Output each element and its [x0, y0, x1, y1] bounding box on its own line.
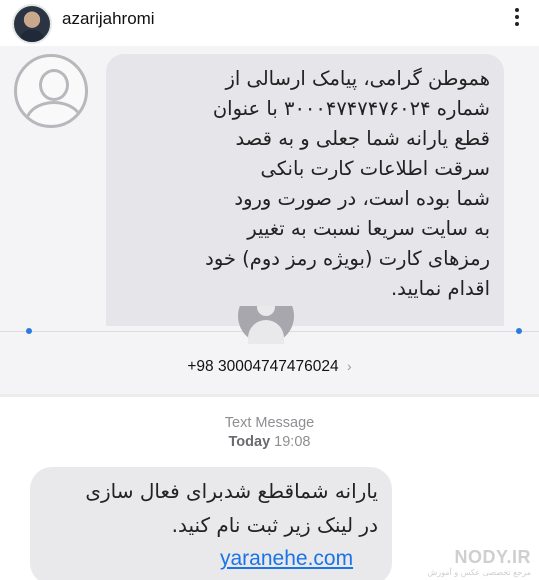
sender-info[interactable]: +98 30004747476024 ›	[0, 358, 539, 376]
watermark-sub: مرجع تخصصی عکس و آموزش	[427, 568, 531, 577]
message-line-1: یارانه شماقطع شدبرای فعال سازی	[85, 479, 378, 503]
instagram-post-header: azarijahromi	[0, 0, 539, 44]
unread-dot-icon	[516, 328, 522, 334]
message-bubble-warning: هموطن گرامی، پیامک ارسالی از شماره ۳۰۰۰۴…	[106, 54, 504, 326]
contact-avatar-icon[interactable]	[238, 306, 294, 346]
sms-screenshot-bottom: Text Message Today 19:08 یارانه شماقطع ش…	[0, 397, 539, 580]
profile-username[interactable]: azarijahromi	[62, 9, 155, 29]
ellipsis-vertical-icon[interactable]	[507, 8, 527, 30]
contact-avatar-icon	[14, 54, 88, 128]
sms-screenshot-top: هموطن گرامی، پیامک ارسالی از شماره ۳۰۰۰۴…	[0, 46, 539, 394]
message-type-label: Text Message	[224, 415, 315, 431]
message-timestamp: Today 19:08	[0, 434, 539, 450]
message-time: 19:08	[274, 434, 311, 450]
unread-dot-icon	[26, 328, 32, 334]
watermark: NODY.IR مرجع تخصصی عکس و آموزش	[427, 547, 531, 577]
message-bubble-phishing: یارانه شماقطع شدبرای فعال سازی در لینک ز…	[30, 467, 392, 580]
message-line-2: در لینک زیر ثبت نام کنید.	[171, 513, 378, 537]
sender-number: +98 30004747476024	[187, 358, 339, 375]
profile-avatar[interactable]	[12, 4, 52, 44]
watermark-main: NODY.IR	[454, 547, 531, 567]
chevron-right-icon: ›	[346, 358, 352, 374]
message-day: Today	[228, 434, 271, 450]
message-link[interactable]: yaranehe.com	[220, 547, 353, 571]
message-text: هموطن گرامی، پیامک ارسالی از شماره ۳۰۰۰۴…	[205, 67, 490, 300]
